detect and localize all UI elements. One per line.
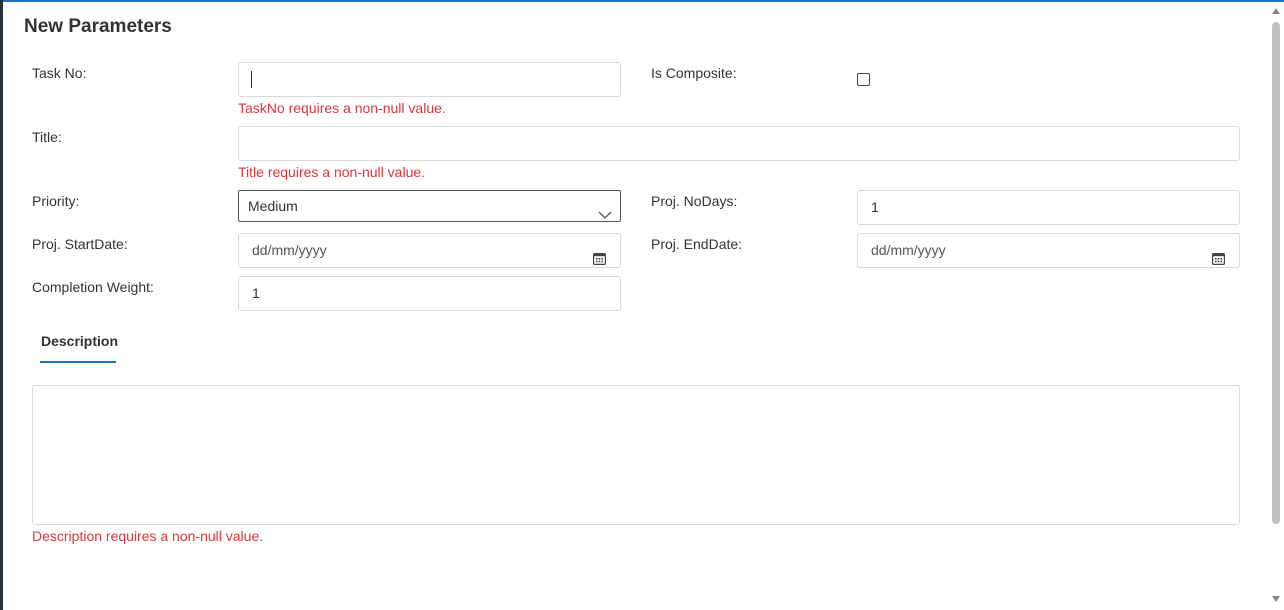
proj-enddate-input[interactable]: dd/mm/yyyy [857, 233, 1240, 268]
description-textarea[interactable] [32, 385, 1240, 525]
calendar-icon[interactable] [1212, 244, 1226, 277]
proj-enddate-label: Proj. EndDate: [651, 236, 743, 252]
is-composite-label: Is Composite: [651, 65, 737, 81]
vertical-scrollbar[interactable] [1270, 2, 1284, 610]
description-error: Description requires a non-null value. [32, 528, 264, 544]
title-label: Title: [32, 129, 62, 145]
proj-startdate-placeholder: dd/mm/yyyy [252, 242, 327, 258]
title-error: Title requires a non-null value. [238, 164, 426, 180]
scrollbar-thumb[interactable] [1272, 22, 1280, 524]
tab-description-label: Description [41, 333, 119, 349]
calendar-icon[interactable] [593, 244, 607, 277]
proj-nodays-input[interactable]: 1 [857, 190, 1240, 225]
scroll-up-arrow-icon[interactable] [1272, 8, 1280, 14]
proj-startdate-label: Proj. StartDate: [32, 236, 128, 252]
completion-weight-label: Completion Weight: [32, 279, 154, 295]
task-no-input[interactable] [238, 62, 621, 97]
task-no-error: TaskNo requires a non-null value. [238, 100, 446, 116]
priority-label: Priority: [32, 193, 80, 209]
completion-weight-input[interactable]: 1 [238, 276, 621, 311]
title-input[interactable] [238, 126, 1240, 161]
proj-nodays-value: 1 [871, 199, 879, 215]
tab-description[interactable]: Description [40, 333, 119, 363]
dialog-top-accent [3, 0, 1284, 2]
proj-startdate-input[interactable]: dd/mm/yyyy [238, 233, 621, 268]
scroll-down-arrow-icon[interactable] [1272, 596, 1280, 602]
proj-enddate-placeholder: dd/mm/yyyy [871, 242, 946, 258]
priority-value: Medium [248, 198, 298, 214]
task-no-label: Task No: [32, 65, 87, 81]
priority-select[interactable]: Medium [238, 190, 621, 222]
dialog-title: New Parameters [24, 16, 172, 37]
chevron-down-icon[interactable] [598, 200, 612, 230]
active-tab-indicator [40, 361, 116, 363]
text-caret [251, 71, 252, 88]
window-left-edge [0, 0, 3, 610]
is-composite-checkbox[interactable] [857, 73, 870, 86]
proj-nodays-label: Proj. NoDays: [651, 193, 738, 209]
completion-weight-value: 1 [252, 285, 260, 301]
